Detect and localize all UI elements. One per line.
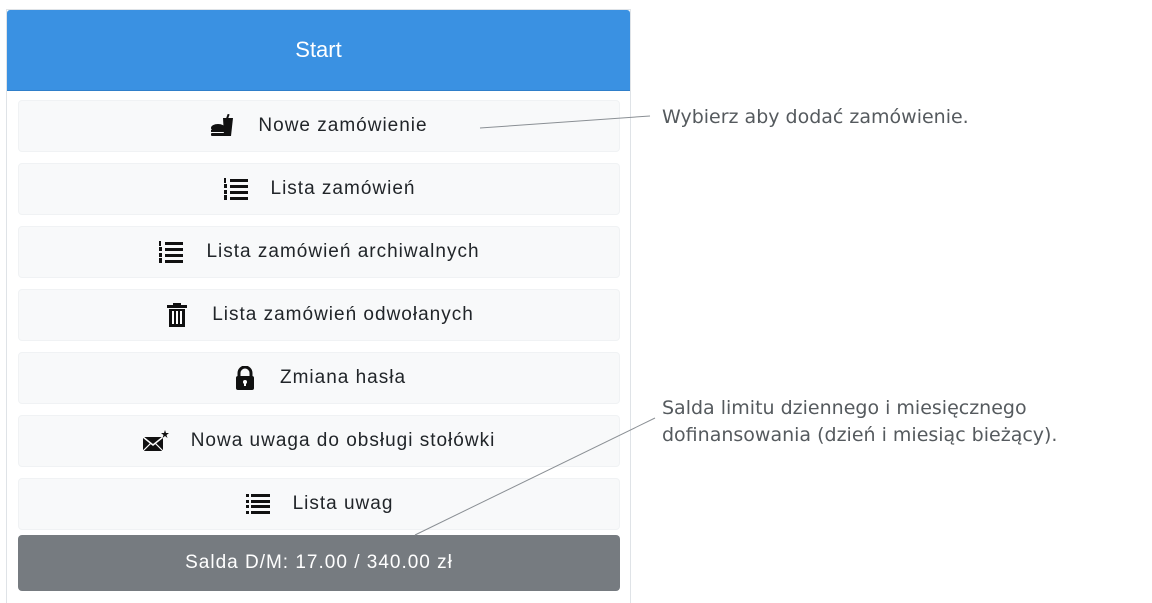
panel-title: Start	[295, 37, 342, 62]
orders-list-button[interactable]: Lista zamówień	[18, 163, 620, 215]
balance-button[interactable]: Salda D/M: 17.00 / 340.00 zł	[18, 535, 620, 591]
list-icon	[245, 491, 271, 517]
new-mail-icon	[142, 428, 169, 454]
new-order-annotation-text: Wybierz aby dodać zamówienie.	[662, 106, 969, 128]
new-order-label: Nowe zamówienie	[258, 115, 428, 136]
cancelled-orders-button[interactable]: Lista zamówień odwołanych	[18, 289, 620, 341]
balance-annotation: Salda limitu dziennego i miesięcznego do…	[662, 395, 1057, 449]
new-note-label: Nowa uwaga do obsługi stołówki	[190, 430, 496, 451]
page: Start Nowe zamówienie Lista zamówień Lis…	[0, 0, 1152, 603]
new-order-annotation: Wybierz aby dodać zamówienie.	[662, 104, 969, 131]
orders-list-label: Lista zamówień	[270, 178, 416, 199]
food-drink-icon	[210, 113, 236, 139]
trash-icon	[164, 302, 190, 328]
archived-orders-label: Lista zamówień archiwalnych	[206, 241, 480, 262]
balance-label: Salda D/M: 17.00 / 340.00 zł	[185, 552, 453, 573]
notes-list-button[interactable]: Lista uwag	[18, 478, 620, 530]
numbered-list-icon	[158, 239, 184, 265]
lock-icon	[232, 365, 258, 391]
change-password-label: Zmiana hasła	[279, 367, 407, 388]
balance-annotation-line2: dofinansowania (dzień i miesiąc bieżący)…	[662, 424, 1058, 446]
numbered-list-icon	[223, 176, 249, 202]
notes-list-label: Lista uwag	[292, 493, 394, 514]
balance-annotation-line1: Salda limitu dziennego i miesięcznego	[662, 397, 1027, 419]
archived-orders-button[interactable]: Lista zamówień archiwalnych	[18, 226, 620, 278]
change-password-button[interactable]: Zmiana hasła	[18, 352, 620, 404]
new-order-button[interactable]: Nowe zamówienie	[18, 100, 620, 152]
panel-header: Start	[7, 10, 630, 91]
cancelled-orders-label: Lista zamówień odwołanych	[212, 304, 474, 325]
new-note-button[interactable]: Nowa uwaga do obsługi stołówki	[18, 415, 620, 467]
start-panel: Start Nowe zamówienie Lista zamówień Lis…	[6, 9, 631, 603]
